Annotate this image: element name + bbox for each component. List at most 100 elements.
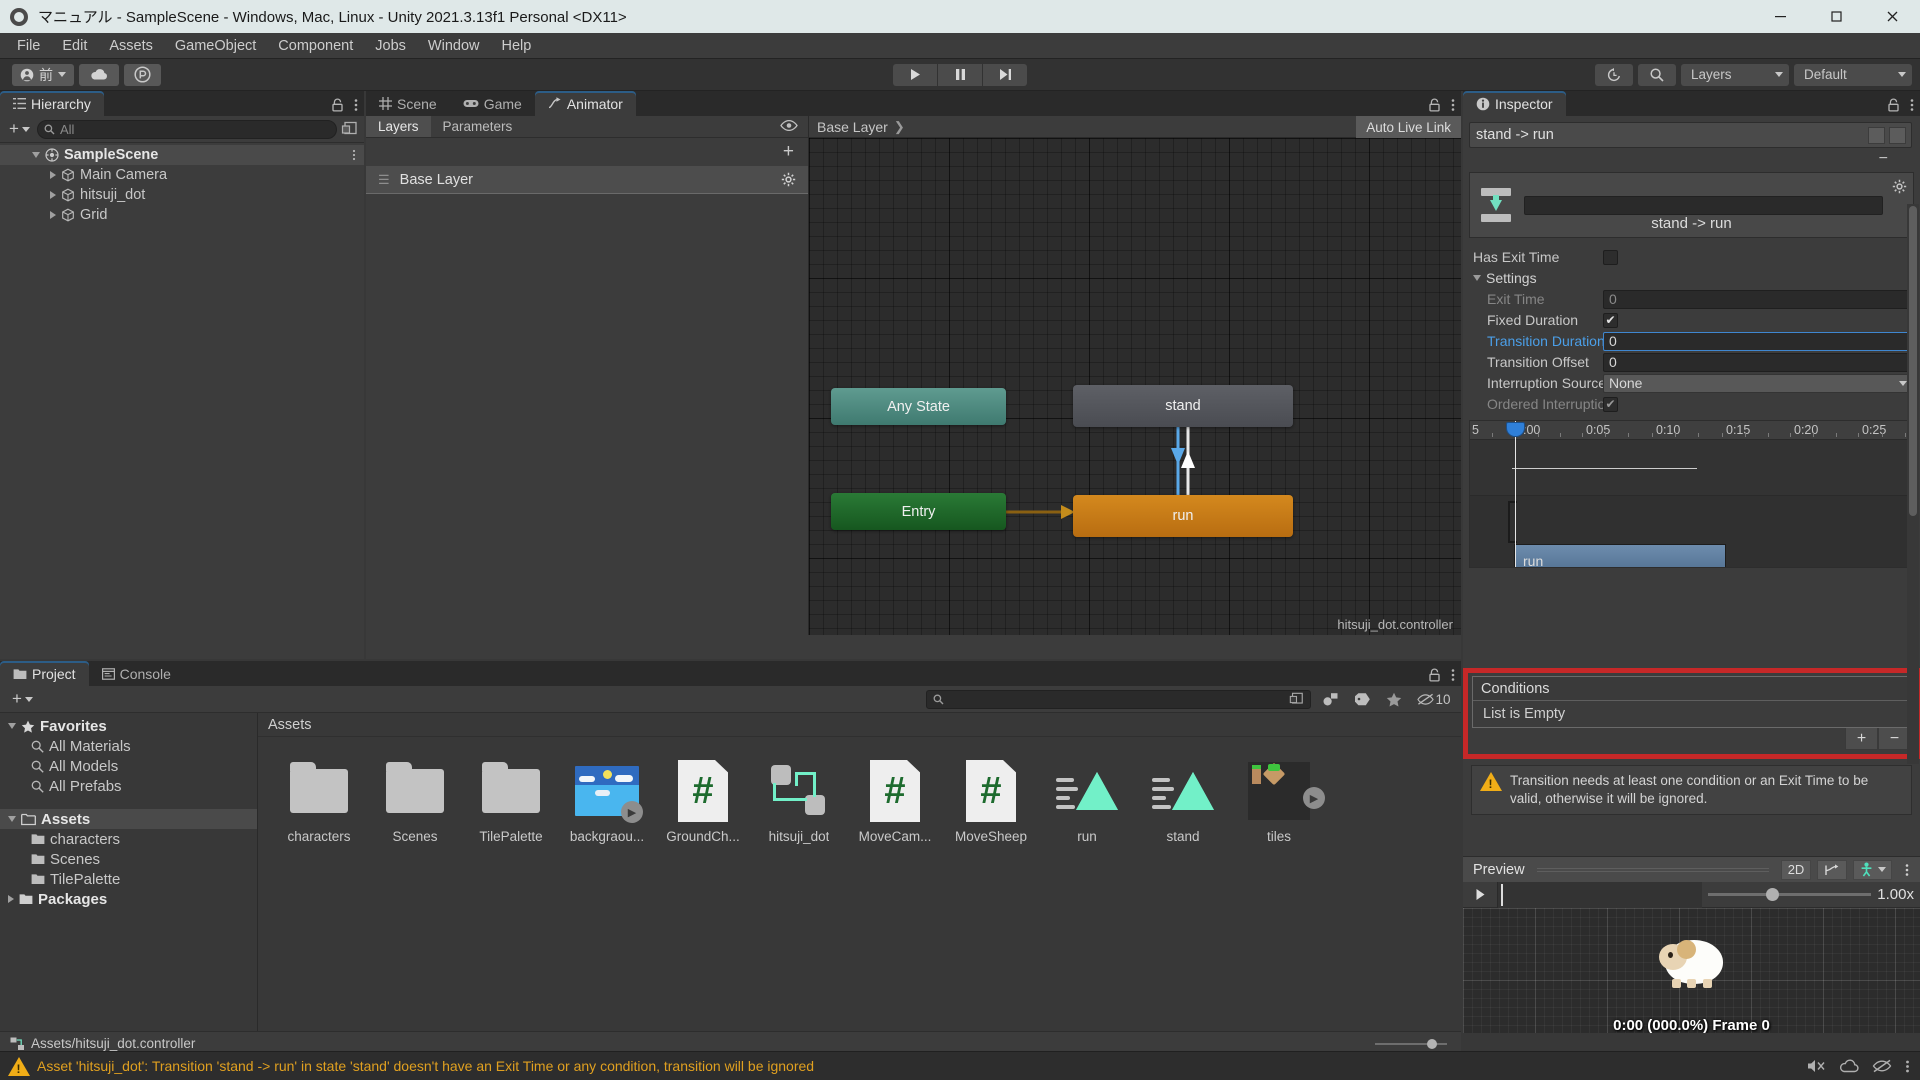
lock-icon[interactable] xyxy=(1428,98,1441,112)
timeline-clip-run[interactable]: run xyxy=(1514,544,1726,567)
kebab-menu-icon[interactable] xyxy=(1451,668,1455,682)
collab-button[interactable] xyxy=(124,63,161,86)
tab-game[interactable]: Game xyxy=(449,91,535,116)
chevron-down-icon[interactable] xyxy=(32,152,40,158)
asset-item[interactable]: # MoveSheep xyxy=(944,751,1038,869)
chevron-down-icon[interactable] xyxy=(8,723,16,729)
hierarchy-search-input[interactable]: All xyxy=(36,119,337,139)
animator-graph-pane[interactable]: Base Layer ❯ Auto Live Link Any State En… xyxy=(809,116,1461,635)
transition-offset-input[interactable]: 0 xyxy=(1603,352,1914,372)
asset-item[interactable]: characters xyxy=(272,751,366,869)
menu-jobs[interactable]: Jobs xyxy=(364,35,417,57)
project-tree-scenes[interactable]: Scenes xyxy=(0,849,257,869)
mute-audio-icon[interactable] xyxy=(1807,1058,1826,1074)
hierarchy-item-samplescene[interactable]: SampleScene xyxy=(0,145,364,165)
status-bar[interactable]: Asset 'hitsuji_dot': Transition 'stand -… xyxy=(0,1051,1920,1080)
drag-handle-icon[interactable]: ☰ xyxy=(378,172,390,188)
has-exit-time-checkbox[interactable] xyxy=(1603,249,1618,265)
preview-pivot-button[interactable] xyxy=(1817,859,1847,880)
hierarchy-add-button[interactable]: + xyxy=(6,119,33,139)
timeline-lower-track[interactable]: run xyxy=(1470,496,1913,567)
state-node-run[interactable]: run xyxy=(1073,495,1293,537)
project-tree-assets[interactable]: Assets xyxy=(0,809,257,829)
toggle-button-b[interactable] xyxy=(1889,126,1906,144)
asset-item[interactable]: hitsuji_dot xyxy=(752,751,846,869)
tab-inspector[interactable]: Inspector xyxy=(1463,91,1566,116)
tab-console[interactable]: Console xyxy=(88,661,184,686)
close-button[interactable] xyxy=(1864,0,1920,33)
chevron-right-icon[interactable] xyxy=(8,895,14,903)
lock-icon[interactable] xyxy=(1887,98,1900,112)
preview-2d-toggle[interactable]: 2D xyxy=(1781,859,1811,880)
menu-help[interactable]: Help xyxy=(490,35,542,57)
project-search-input[interactable] xyxy=(926,689,1311,709)
project-asset-grid-pane[interactable]: Assets characters Scenes TilePalette ▶ b… xyxy=(258,713,1461,1031)
kebab-menu-icon[interactable] xyxy=(352,149,356,161)
minimize-button[interactable] xyxy=(1752,0,1808,33)
hidden-eye-icon[interactable] xyxy=(1872,1059,1892,1073)
project-add-button[interactable]: + xyxy=(4,689,36,709)
cloud-button[interactable] xyxy=(79,63,119,86)
project-tree-packages[interactable]: Packages xyxy=(0,889,257,909)
asset-item[interactable]: ▶ backgraou... xyxy=(560,751,654,869)
layout-dropdown[interactable]: Default xyxy=(1794,63,1912,86)
subtab-layers[interactable]: Layers xyxy=(366,116,431,137)
tab-scene[interactable]: Scene xyxy=(366,91,450,116)
tab-animator[interactable]: Animator xyxy=(534,91,636,116)
kebab-menu-icon[interactable] xyxy=(354,98,358,112)
transition-name-field[interactable]: stand -> run xyxy=(1469,122,1912,148)
menu-component[interactable]: Component xyxy=(267,35,364,57)
exit-time-input[interactable]: 0 xyxy=(1603,289,1914,309)
inspector-scrollbar[interactable] xyxy=(1907,204,1919,764)
play-badge-icon[interactable]: ▶ xyxy=(621,801,643,823)
chevron-down-icon[interactable] xyxy=(8,816,16,822)
toggle-button-a[interactable] xyxy=(1868,126,1885,144)
preview-speed-slider[interactable]: 1.00x xyxy=(1702,886,1920,903)
pause-button[interactable] xyxy=(938,63,982,86)
transition-object-field[interactable] xyxy=(1524,195,1883,215)
project-tree-favorites[interactable]: Favorites xyxy=(0,716,257,736)
ordered-interruption-checkbox[interactable]: ✔ xyxy=(1603,396,1618,412)
timeline-ruler[interactable]: 5 :00 0:05 0:10 0:15 0:20 0:25 xyxy=(1470,421,1913,440)
project-tree-all-prefabs[interactable]: All Prefabs xyxy=(0,776,257,796)
asset-item[interactable]: run xyxy=(1040,751,1134,869)
project-tree-all-materials[interactable]: All Materials xyxy=(0,736,257,756)
lock-icon[interactable] xyxy=(331,98,344,112)
hierarchy-expand-icon[interactable] xyxy=(341,121,358,138)
chevron-right-icon[interactable] xyxy=(50,211,56,219)
gear-icon[interactable] xyxy=(781,172,796,187)
state-node-stand[interactable]: stand xyxy=(1073,385,1293,427)
subtab-parameters[interactable]: Parameters xyxy=(431,116,525,137)
favorite-star-icon[interactable] xyxy=(1379,689,1409,710)
hierarchy-item-main-camera[interactable]: Main Camera xyxy=(0,165,364,185)
settings-foldout[interactable]: Settings xyxy=(1469,270,1603,286)
chevron-right-icon[interactable] xyxy=(50,191,56,199)
kebab-menu-icon[interactable] xyxy=(1451,98,1455,112)
gear-icon[interactable] xyxy=(1892,179,1907,194)
cloud-status-icon[interactable] xyxy=(1839,1059,1859,1073)
account-button[interactable]: 前 xyxy=(12,63,74,86)
breadcrumb-label[interactable]: Base Layer xyxy=(817,119,888,135)
project-tree-characters[interactable]: characters xyxy=(0,829,257,849)
hierarchy-item-grid[interactable]: Grid xyxy=(0,205,364,225)
remove-transition-button[interactable]: − xyxy=(1879,150,1888,168)
kebab-menu-icon[interactable] xyxy=(1898,863,1916,877)
transition-timeline[interactable]: 5 :00 0:05 0:10 0:15 0:20 0:25 run xyxy=(1469,420,1914,568)
menu-assets[interactable]: Assets xyxy=(98,35,164,57)
kebab-menu-icon[interactable] xyxy=(1910,98,1914,112)
lock-icon[interactable] xyxy=(1428,668,1441,682)
asset-item[interactable]: # GroundCh... xyxy=(656,751,750,869)
preview-play-button[interactable] xyxy=(1463,882,1497,908)
state-node-entry[interactable]: Entry xyxy=(831,493,1006,530)
menu-window[interactable]: Window xyxy=(417,35,491,57)
search-button[interactable] xyxy=(1638,63,1676,86)
eye-icon[interactable] xyxy=(780,119,798,132)
add-condition-button[interactable]: + xyxy=(1845,728,1878,750)
state-node-any-state[interactable]: Any State xyxy=(831,388,1006,425)
object-filter-icon[interactable] xyxy=(1315,689,1345,710)
asset-size-slider[interactable] xyxy=(1375,1038,1447,1049)
asset-item[interactable]: Scenes xyxy=(368,751,462,869)
hierarchy-item-hitsuji-dot[interactable]: hitsuji_dot xyxy=(0,185,364,205)
asset-item[interactable]: stand xyxy=(1136,751,1230,869)
tab-project[interactable]: Project xyxy=(0,661,89,686)
